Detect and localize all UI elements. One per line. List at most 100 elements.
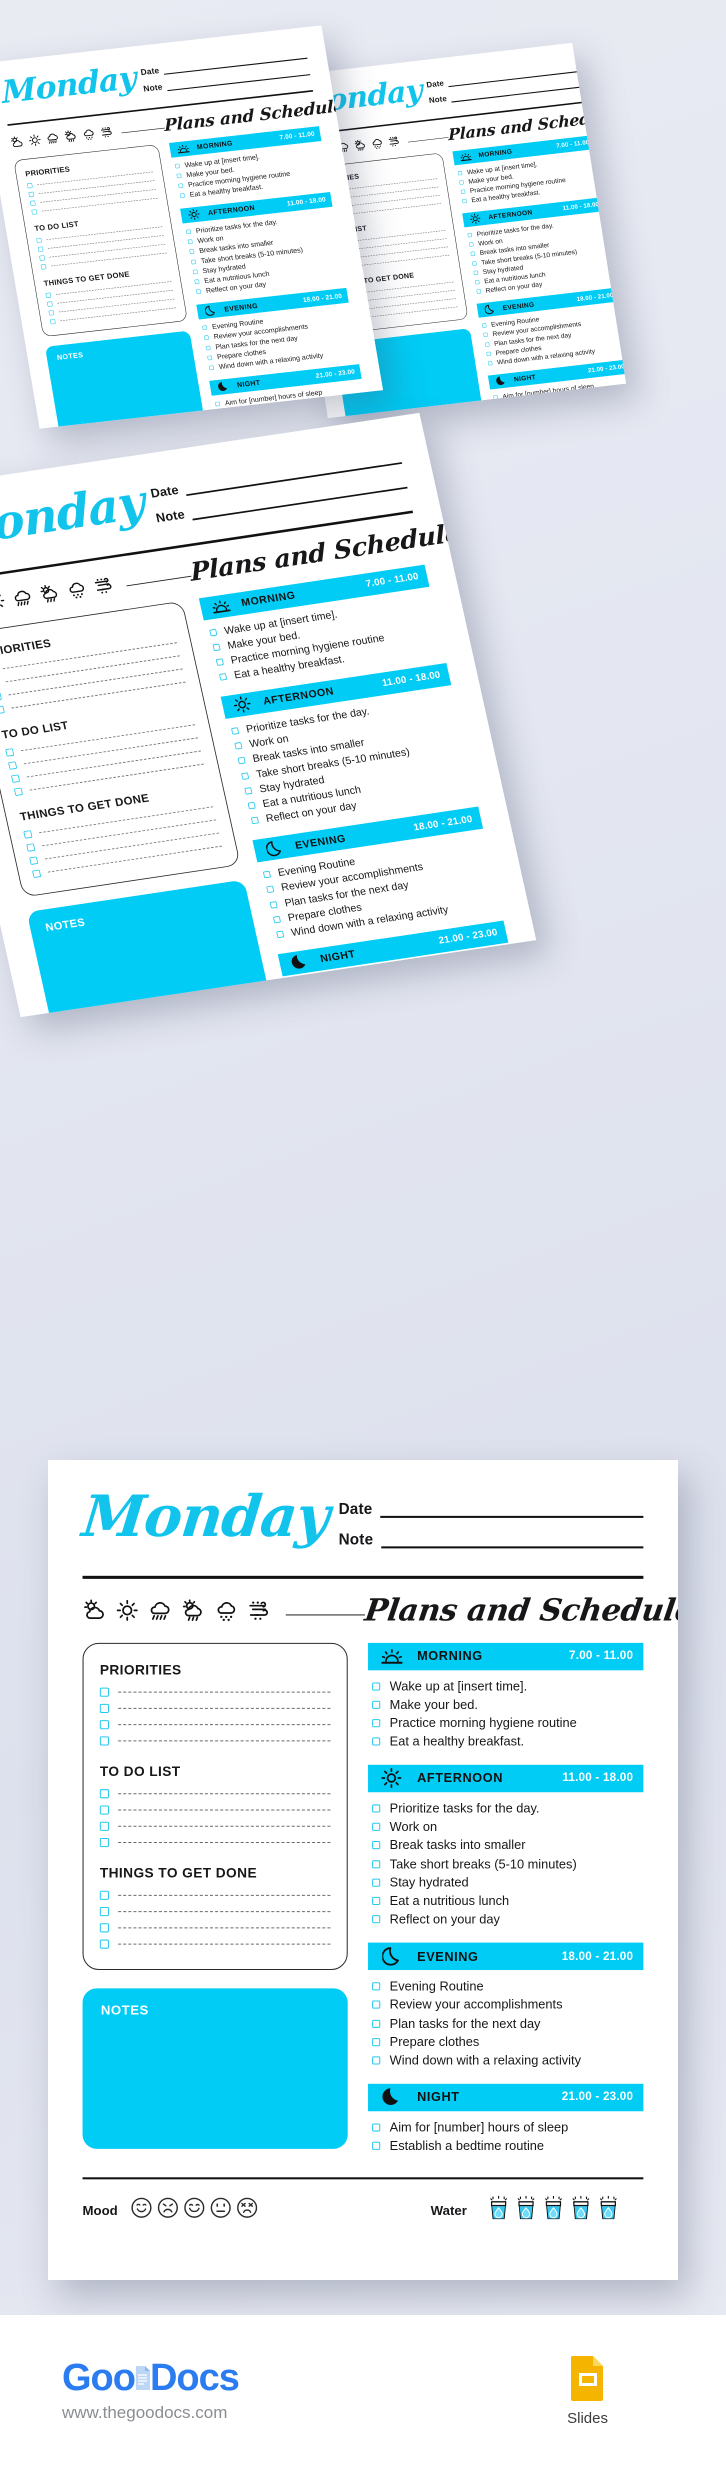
checkbox-icon[interactable] [372,2141,381,2150]
checkbox-icon[interactable] [209,365,215,371]
cloud-snow-icon[interactable] [81,127,96,141]
checkbox-icon[interactable] [372,1804,381,1813]
schedule-item[interactable]: Stay hydrated [372,1875,643,1891]
checklist-row[interactable] [99,1922,331,1932]
checkbox-icon[interactable] [484,342,490,347]
water-glass[interactable] [489,2196,508,2225]
water-glass[interactable] [487,1014,508,1018]
sun-icon[interactable] [28,133,42,146]
write-in-line[interactable] [118,1739,331,1741]
checkbox-icon[interactable] [205,345,211,351]
sun-behind-rain-cloud-icon[interactable] [38,583,62,604]
schedule-item[interactable]: Review your accomplishments [372,1998,643,2014]
checkbox-icon[interactable] [462,198,468,204]
checkbox-icon[interactable] [46,301,53,307]
checkbox-icon[interactable] [196,289,202,295]
checkbox-icon[interactable] [29,856,39,865]
checkbox-icon[interactable] [244,786,253,795]
checkbox-icon[interactable] [202,325,208,331]
checkbox-icon[interactable] [99,1821,109,1831]
checkbox-icon[interactable] [99,1939,109,1949]
checkbox-icon[interactable] [273,915,282,924]
neutral-face-icon[interactable] [209,2197,231,2224]
checkbox-icon[interactable] [459,179,465,185]
weather-write-in-line[interactable] [120,122,165,134]
checkbox-icon[interactable] [99,1719,109,1729]
checkbox-icon[interactable] [372,1737,381,1746]
checklist-row[interactable] [99,1703,331,1713]
cloud-rain-icon[interactable] [45,131,60,145]
water-glass[interactable] [572,2196,591,2225]
checkbox-icon[interactable] [99,1804,109,1815]
checkbox-icon[interactable] [372,1822,381,1832]
checkbox-icon[interactable] [276,930,285,939]
checkbox-icon[interactable] [189,249,195,255]
checklist-row[interactable] [99,1804,331,1815]
checkbox-icon[interactable] [26,182,33,189]
weather-write-in-line[interactable] [407,132,449,143]
notes-card[interactable]: NOTES [44,330,205,429]
checkbox-icon[interactable] [99,1788,109,1798]
write-in-line[interactable] [47,845,223,873]
checkbox-icon[interactable] [194,279,200,285]
checkbox-icon[interactable] [475,279,480,285]
schedule-item[interactable]: Prioritize tasks for the day. [372,1801,643,1817]
sun-behind-rain-cloud-icon[interactable] [181,1599,205,1621]
checkbox-icon[interactable] [291,999,300,1008]
wind-snow-icon[interactable] [92,575,115,596]
checkbox-icon[interactable] [99,1687,109,1697]
schedule-item[interactable]: Prepare clothes [372,2035,643,2051]
schedule-item[interactable]: Reflect on your day [372,1912,643,1928]
schedule-item[interactable]: Take short breaks (5-10 minutes) [372,1857,643,1873]
checkbox-icon[interactable] [372,1841,381,1850]
checkbox-icon[interactable] [247,801,257,810]
field-write-in-line[interactable] [381,1533,644,1549]
checkbox-icon[interactable] [13,787,23,796]
checkbox-icon[interactable] [10,773,21,783]
checkbox-icon[interactable] [476,289,482,294]
checkbox-icon[interactable] [231,727,240,735]
field-note[interactable]: Note [339,1531,644,1549]
checklist-row[interactable] [99,1939,331,1949]
checkbox-icon[interactable] [7,760,18,770]
write-in-line[interactable] [118,1707,331,1709]
sun-behind-cloud-icon[interactable] [9,135,24,149]
checkbox-icon[interactable] [31,869,42,878]
checkbox-icon[interactable] [204,335,210,341]
write-in-line[interactable] [118,1910,331,1912]
checkbox-icon[interactable] [99,1906,109,1916]
checkbox-icon[interactable] [216,411,223,417]
smile-face-icon[interactable] [130,2197,152,2224]
checkbox-icon[interactable] [186,229,192,235]
checkbox-icon[interactable] [176,173,182,179]
write-in-line[interactable] [118,1825,331,1827]
schedule-item[interactable]: Wake up at [insert time]. [372,1679,643,1695]
sun-behind-rain-cloud-icon[interactable] [63,129,78,143]
checkbox-icon[interactable] [178,183,184,189]
checkbox-icon[interactable] [209,628,218,636]
weather-write-in-line[interactable] [124,568,192,587]
happy-face-icon[interactable] [183,2197,205,2224]
checkbox-icon[interactable] [48,309,55,316]
write-in-line[interactable] [118,1926,331,1928]
checkbox-icon[interactable] [372,1859,381,1869]
checkbox-icon[interactable] [40,263,47,270]
weather-selector[interactable] [83,1599,365,1622]
water-glasses[interactable] [397,1014,508,1018]
checkbox-icon[interactable] [372,1896,381,1906]
checkbox-icon[interactable] [457,170,463,176]
schedule-item[interactable]: Break tasks into smaller [372,1838,643,1854]
checkbox-icon[interactable] [29,200,36,206]
checkbox-icon[interactable] [473,270,479,276]
checkbox-icon[interactable] [37,246,44,252]
write-in-line[interactable] [118,1841,331,1843]
checklist-row[interactable] [99,1821,331,1831]
checkbox-icon[interactable] [174,163,181,169]
sun-behind-cloud-icon[interactable] [83,1599,107,1621]
checkbox-icon[interactable] [45,292,52,298]
checklist-row[interactable] [99,1735,331,1745]
checkbox-icon[interactable] [187,239,193,245]
checkbox-icon[interactable] [469,242,474,247]
checkbox-icon[interactable] [99,1890,109,1900]
checkbox-icon[interactable] [460,189,466,195]
